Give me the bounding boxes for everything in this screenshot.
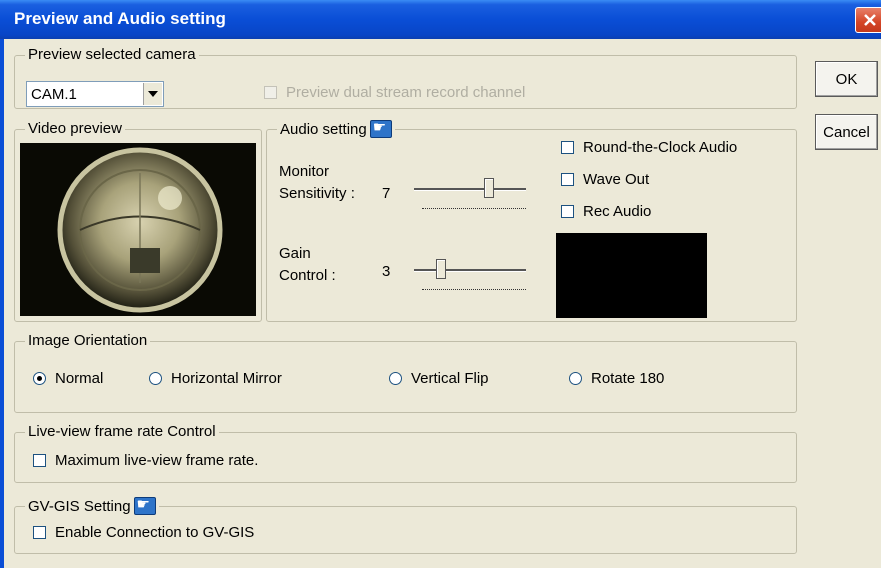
wave-out-checkbox[interactable] <box>561 173 574 186</box>
round-clock-audio-checkbox[interactable] <box>561 141 574 154</box>
audio-setting-group: Audio setting <box>266 118 797 322</box>
rec-audio-option[interactable]: Rec Audio <box>561 203 651 220</box>
orientation-horizontal-mirror-label: Horizontal Mirror <box>171 370 282 387</box>
hand-pointer-icon[interactable] <box>369 118 392 138</box>
audio-level-display <box>556 233 707 318</box>
orientation-horizontal-mirror-option[interactable]: Horizontal Mirror <box>149 370 282 387</box>
group-title: GV-GIS Setting <box>25 495 159 515</box>
rec-audio-label: Rec Audio <box>583 203 652 220</box>
ok-button[interactable]: OK <box>815 61 878 97</box>
orientation-normal-option[interactable]: Normal <box>33 370 103 387</box>
dual-stream-option[interactable]: Preview dual stream record channel <box>264 84 525 101</box>
close-icon <box>864 14 876 26</box>
group-title: Live-view frame rate Control <box>25 423 219 440</box>
wave-out-label: Wave Out <box>583 171 650 188</box>
gis-setting-title: GV-GIS Setting <box>28 497 131 515</box>
rec-audio-checkbox[interactable] <box>561 205 574 218</box>
gain-control-slider[interactable] <box>414 255 529 295</box>
group-title: Preview selected camera <box>25 46 199 63</box>
group-title: Audio setting <box>277 118 395 138</box>
dual-stream-label: Preview dual stream record channel <box>286 84 526 101</box>
camera-select-value: CAM.1 <box>31 86 77 103</box>
group-title: Image Orientation <box>25 332 151 349</box>
max-frame-rate-option[interactable]: Maximum live-view frame rate. <box>33 452 258 469</box>
slider-track <box>414 188 526 190</box>
fisheye-camera-image <box>57 147 223 313</box>
slider-ticks <box>422 208 526 212</box>
orientation-rotate-180-option[interactable]: Rotate 180 <box>569 370 664 387</box>
title-bar: Preview and Audio setting <box>0 0 881 39</box>
max-frame-rate-label: Maximum live-view frame rate. <box>55 452 259 469</box>
close-button[interactable] <box>855 7 881 33</box>
slider-thumb[interactable] <box>484 178 494 198</box>
audio-setting-title: Audio setting <box>280 120 367 138</box>
orientation-rotate-180-label: Rotate 180 <box>591 370 665 387</box>
dialog-content: Preview selected camera CAM.1 Preview du… <box>4 39 881 568</box>
camera-select[interactable]: CAM.1 <box>26 81 164 107</box>
slider-thumb[interactable] <box>436 259 446 279</box>
enable-gis-label: Enable Connection to GV-GIS <box>55 524 255 541</box>
orientation-normal-radio[interactable] <box>33 372 46 385</box>
orientation-vertical-flip-radio[interactable] <box>389 372 402 385</box>
monitor-value: 7 <box>382 185 391 202</box>
monitor-label-2: Sensitivity : <box>279 185 355 202</box>
enable-gis-checkbox[interactable] <box>33 526 46 539</box>
video-preview-frame <box>20 143 256 316</box>
enable-gis-option[interactable]: Enable Connection to GV-GIS <box>33 524 254 541</box>
wave-out-option[interactable]: Wave Out <box>561 171 649 188</box>
orientation-normal-label: Normal <box>55 370 104 387</box>
monitor-label-1: Monitor <box>279 163 330 180</box>
slider-ticks <box>422 289 526 293</box>
max-frame-rate-checkbox[interactable] <box>33 454 46 467</box>
gain-label-1: Gain <box>279 245 311 262</box>
round-clock-audio-option[interactable]: Round-the-Clock Audio <box>561 139 737 156</box>
slider-track <box>414 269 526 271</box>
group-title: Video preview <box>25 120 125 137</box>
hand-pointer-icon[interactable] <box>133 495 156 515</box>
window-title: Preview and Audio setting <box>14 9 226 28</box>
orientation-vertical-flip-option[interactable]: Vertical Flip <box>389 370 489 387</box>
cancel-button[interactable]: Cancel <box>815 114 878 150</box>
gain-label-2: Control : <box>279 267 336 284</box>
monitor-sensitivity-slider[interactable] <box>414 173 529 213</box>
gain-value: 3 <box>382 263 391 280</box>
orientation-rotate-180-radio[interactable] <box>569 372 582 385</box>
round-clock-audio-label: Round-the-Clock Audio <box>583 139 738 156</box>
dropdown-arrow-icon[interactable] <box>143 83 162 105</box>
orientation-vertical-flip-label: Vertical Flip <box>411 370 489 387</box>
orientation-horizontal-mirror-radio[interactable] <box>149 372 162 385</box>
dual-stream-checkbox[interactable] <box>264 86 277 99</box>
